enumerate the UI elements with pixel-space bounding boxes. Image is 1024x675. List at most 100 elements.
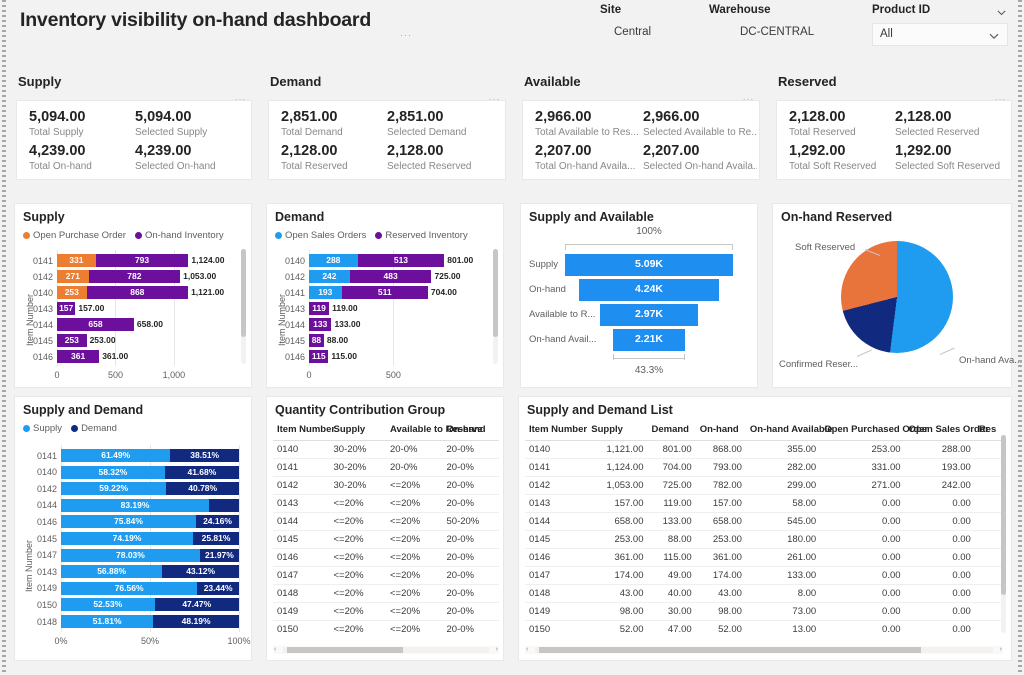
data-table[interactable]: Item NumberSupplyDemandOn-handOn-hand Av… [525,421,1003,633]
table-cell[interactable]: <=20% [386,531,443,549]
scrollbar-thumb[interactable] [539,647,921,653]
table-cell[interactable]: 0145 [273,531,330,549]
table-cell[interactable]: 1,053.00 [587,477,647,495]
table-cell[interactable]: 52.00 [696,621,746,634]
table-cell[interactable]: 361.00 [696,549,746,567]
scroll-left-arrow-icon[interactable]: ‹ [526,646,528,654]
scrollbar-thumb[interactable] [1001,435,1006,595]
table-cell[interactable]: 271.00 [820,477,904,495]
table-cell[interactable]: <=20% [330,621,387,634]
table-cell[interactable] [975,603,1003,621]
table-cell[interactable]: 115.00 [648,549,696,567]
onhand-reserved-pie-chart[interactable]: On-hand Reserved Soft Reserved Confirmed… [772,203,1012,388]
table-cell[interactable]: 0.00 [820,603,904,621]
table-cell[interactable]: 361.00 [587,549,647,567]
table-cell[interactable]: 20-0% [443,495,500,513]
table-cell[interactable]: 0150 [525,621,587,634]
table-cell[interactable]: 50-20% [443,513,500,531]
table-cell[interactable] [975,459,1003,477]
table-row[interactable]: 0150<=20%<=20%20-0% [273,621,499,634]
column-header[interactable]: Available to Reserve [386,421,443,441]
column-header[interactable]: On-hand Available [746,421,820,441]
table-cell[interactable]: 0149 [273,603,330,621]
table-cell[interactable] [975,621,1003,634]
table-cell[interactable]: 0.00 [905,531,975,549]
scrollbar-thumb[interactable] [493,249,498,337]
table-row[interactable]: 014130-20%20-0%20-0% [273,459,499,477]
table-row[interactable]: 0143<=20%<=20%20-0% [273,495,499,513]
table-cell[interactable]: 20-0% [443,459,500,477]
column-header[interactable]: Open Sales Order [905,421,975,441]
table-row[interactable]: 0148<=20%<=20%20-0% [273,585,499,603]
scroll-right-arrow-icon[interactable]: › [1000,646,1002,654]
table-cell[interactable]: 288.00 [905,441,975,459]
table-cell[interactable]: 0144 [525,513,587,531]
table-cell[interactable]: 0147 [273,567,330,585]
table-cell[interactable]: <=20% [330,513,387,531]
table-cell[interactable]: 52.00 [587,621,647,634]
table-cell[interactable]: <=20% [386,621,443,634]
table-cell[interactable]: 801.00 [648,441,696,459]
table-cell[interactable]: 242.00 [905,477,975,495]
table-cell[interactable]: 0.00 [820,495,904,513]
table-cell[interactable]: <=20% [386,513,443,531]
table-cell[interactable]: <=20% [386,603,443,621]
table-cell[interactable]: 0143 [525,495,587,513]
table-cell[interactable]: 704.00 [648,459,696,477]
table-cell[interactable]: 20-0% [443,585,500,603]
table-cell[interactable]: 0.00 [905,585,975,603]
table-cell[interactable]: 782.00 [696,477,746,495]
table-cell[interactable]: 0147 [525,567,587,585]
table-cell[interactable]: 1,124.00 [587,459,647,477]
table-row[interactable]: 0144658.00133.00658.00545.000.000.00 [525,513,1003,531]
table-cell[interactable] [975,531,1003,549]
table-cell[interactable]: 725.00 [648,477,696,495]
table-cell[interactable] [975,549,1003,567]
table-cell[interactable]: 43.00 [587,585,647,603]
table-cell[interactable]: 0148 [273,585,330,603]
table-cell[interactable]: 58.00 [746,495,820,513]
table-cell[interactable]: 253.00 [820,441,904,459]
column-header[interactable]: On-hand [696,421,746,441]
table-row[interactable]: 01401,121.00801.00868.00355.00253.00288.… [525,441,1003,459]
table-cell[interactable]: 0145 [525,531,587,549]
product-id-dropdown[interactable]: All [872,23,1008,46]
table-row[interactable]: 014230-20%<=20%20-0% [273,477,499,495]
demand-bar-chart[interactable]: Demand Open Sales Orders Reserved Invent… [266,203,504,388]
table-cell[interactable]: <=20% [386,549,443,567]
table-cell[interactable]: <=20% [386,585,443,603]
table-row[interactable]: 0147<=20%<=20%20-0% [273,567,499,585]
table-row[interactable]: 0146361.00115.00361.00261.000.000.00 [525,549,1003,567]
table-cell[interactable]: 0144 [273,513,330,531]
table-cell[interactable]: 868.00 [696,441,746,459]
table-cell[interactable]: 30-20% [330,477,387,495]
table-cell[interactable]: 20-0% [443,531,500,549]
table-cell[interactable]: 88.00 [648,531,696,549]
table-cell[interactable]: 0.00 [820,621,904,634]
table-cell[interactable]: 0.00 [820,585,904,603]
table-cell[interactable]: 658.00 [587,513,647,531]
table-cell[interactable]: 20-0% [443,603,500,621]
table-cell[interactable]: <=20% [386,477,443,495]
table-cell[interactable]: 20-0% [443,441,500,459]
table-cell[interactable]: 0149 [525,603,587,621]
table-cell[interactable]: 30-20% [330,459,387,477]
bar-segment[interactable] [209,499,239,512]
table-cell[interactable]: 43.00 [696,585,746,603]
table-row[interactable]: 0145253.0088.00253.00180.000.000.00 [525,531,1003,549]
vertical-scrollbar[interactable] [493,249,498,364]
table-cell[interactable]: 157.00 [587,495,647,513]
quantity-contribution-table[interactable]: Quantity Contribution Group Item NumberS… [266,396,504,661]
table-row[interactable]: 0144<=20%<=20%50-20% [273,513,499,531]
table-cell[interactable]: 0142 [525,477,587,495]
data-table[interactable]: Item NumberSupplyAvailable to ReserveOn-… [273,421,499,633]
table-cell[interactable]: 355.00 [746,441,820,459]
table-cell[interactable]: 793.00 [696,459,746,477]
table-cell[interactable]: 30-20% [330,441,387,459]
vertical-scrollbar[interactable] [1001,435,1006,633]
column-header[interactable]: Open Purchased Order [820,421,904,441]
table-cell[interactable]: 253.00 [587,531,647,549]
table-cell[interactable]: 47.00 [648,621,696,634]
scroll-right-arrow-icon[interactable]: › [496,646,498,654]
table-cell[interactable]: 331.00 [820,459,904,477]
